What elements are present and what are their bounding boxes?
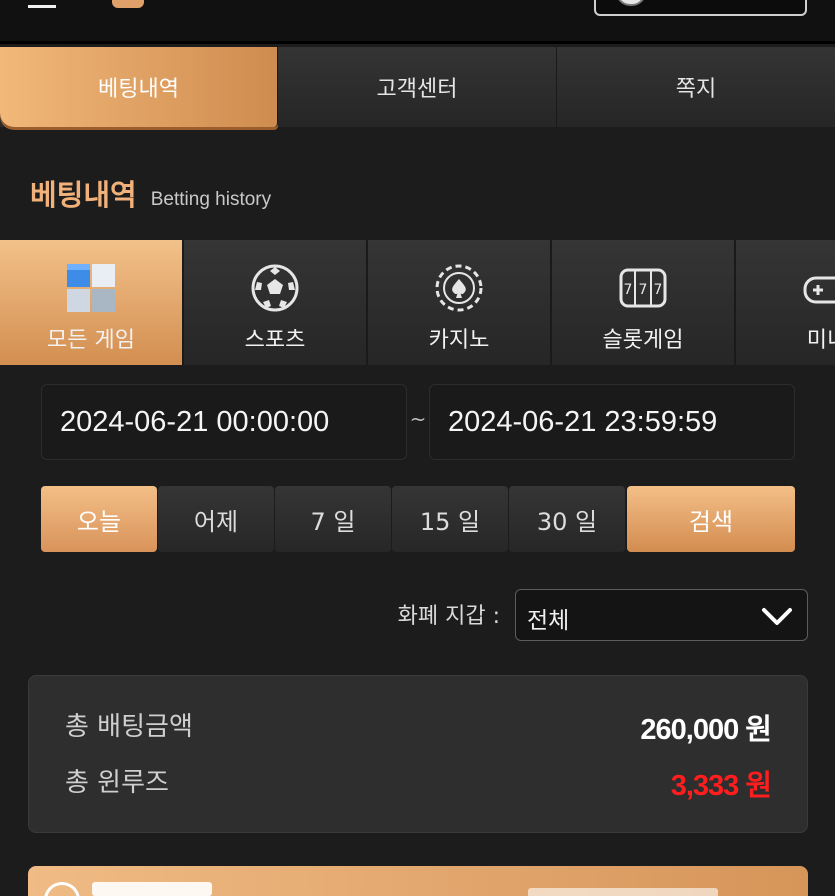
period-filter: 오늘 어제 7 일 15 일 30 일 검색 bbox=[41, 486, 795, 552]
chevron-down-icon bbox=[762, 608, 792, 625]
game-tab-casino[interactable]: 카지노 bbox=[368, 240, 552, 365]
total-bet-label: 총 배팅금액 bbox=[65, 712, 193, 742]
betting-summary: 총 배팅금액 260,000 원 총 윈루즈 3,333 원 bbox=[28, 675, 808, 833]
slot-machine-icon: 7 7 7 bbox=[619, 268, 667, 308]
total-winloss-value: 3,333 원 bbox=[670, 770, 772, 802]
tab-messages[interactable]: 쪽지 bbox=[557, 47, 835, 127]
game-tab-label: 미니 bbox=[806, 328, 835, 353]
tab-betting-history[interactable]: 베팅내역 bbox=[0, 47, 278, 127]
game-tab-mini[interactable]: 미니 bbox=[736, 240, 835, 365]
page-title: 베팅내역 Betting history bbox=[30, 172, 271, 212]
period-yesterday-button[interactable]: 어제 bbox=[158, 486, 274, 552]
game-tab-slots[interactable]: 7 7 7 슬롯게임 bbox=[552, 240, 736, 365]
svg-text:7: 7 bbox=[654, 282, 663, 298]
currency-wallet-label: 화폐 지갑 : bbox=[397, 604, 500, 629]
period-today-button[interactable]: 오늘 bbox=[41, 486, 157, 552]
top-bar bbox=[0, 0, 835, 44]
summary-row-winloss: 총 윈루즈 3,333 원 bbox=[65, 762, 772, 802]
total-winloss-label: 총 윈루즈 bbox=[65, 768, 169, 798]
soccer-ball-icon bbox=[251, 264, 299, 312]
site-logo[interactable] bbox=[112, 0, 298, 8]
game-tab-label: 카지노 bbox=[428, 328, 490, 353]
card-header-date bbox=[528, 888, 718, 896]
svg-text:7: 7 bbox=[624, 282, 633, 298]
date-range-separator: ~ bbox=[409, 407, 427, 431]
game-tab-all[interactable]: 모든 게임 bbox=[0, 240, 184, 365]
hamburger-icon[interactable] bbox=[28, 0, 56, 8]
game-tab-label: 슬롯게임 bbox=[602, 328, 684, 353]
currency-wallet-select[interactable]: 전체 bbox=[515, 589, 808, 641]
gamepad-icon bbox=[803, 276, 835, 304]
wallet-selected-value: 전체 bbox=[527, 608, 570, 634]
user-box[interactable] bbox=[594, 0, 807, 16]
search-button[interactable]: 검색 bbox=[627, 486, 795, 552]
tab-customer-center[interactable]: 고객센터 bbox=[278, 47, 557, 127]
total-bet-value: 260,000 원 bbox=[640, 714, 772, 746]
game-tab-label: 모든 게임 bbox=[47, 328, 135, 353]
period-15days-button[interactable]: 15 일 bbox=[392, 486, 508, 552]
all-games-cube-icon bbox=[67, 264, 115, 312]
date-from-input[interactable]: 2024-06-21 00:00:00 bbox=[41, 384, 407, 460]
main-tabs: 베팅내역 고객센터 쪽지 bbox=[0, 47, 835, 127]
casino-chip-icon bbox=[435, 264, 483, 312]
svg-text:7: 7 bbox=[639, 282, 648, 298]
period-7days-button[interactable]: 7 일 bbox=[275, 486, 391, 552]
date-to-input[interactable]: 2024-06-21 23:59:59 bbox=[429, 384, 795, 460]
page-title-korean: 베팅내역 bbox=[30, 178, 137, 212]
page-subtitle: Betting history bbox=[150, 189, 272, 210]
avatar-icon bbox=[616, 0, 646, 6]
summary-row-total-bet: 총 배팅금액 260,000 원 bbox=[65, 706, 772, 746]
period-30days-button[interactable]: 30 일 bbox=[509, 486, 625, 552]
game-category-tabs: 모든 게임 스포츠 카지노 7 7 7 슬롯게임 미 bbox=[0, 240, 835, 365]
logout-icon[interactable] bbox=[765, 0, 791, 6]
game-tab-sports[interactable]: 스포츠 bbox=[184, 240, 368, 365]
bet-record-card[interactable] bbox=[28, 866, 808, 896]
clock-icon bbox=[44, 882, 80, 896]
card-header-text bbox=[92, 882, 212, 896]
game-tab-label: 스포츠 bbox=[244, 328, 306, 353]
